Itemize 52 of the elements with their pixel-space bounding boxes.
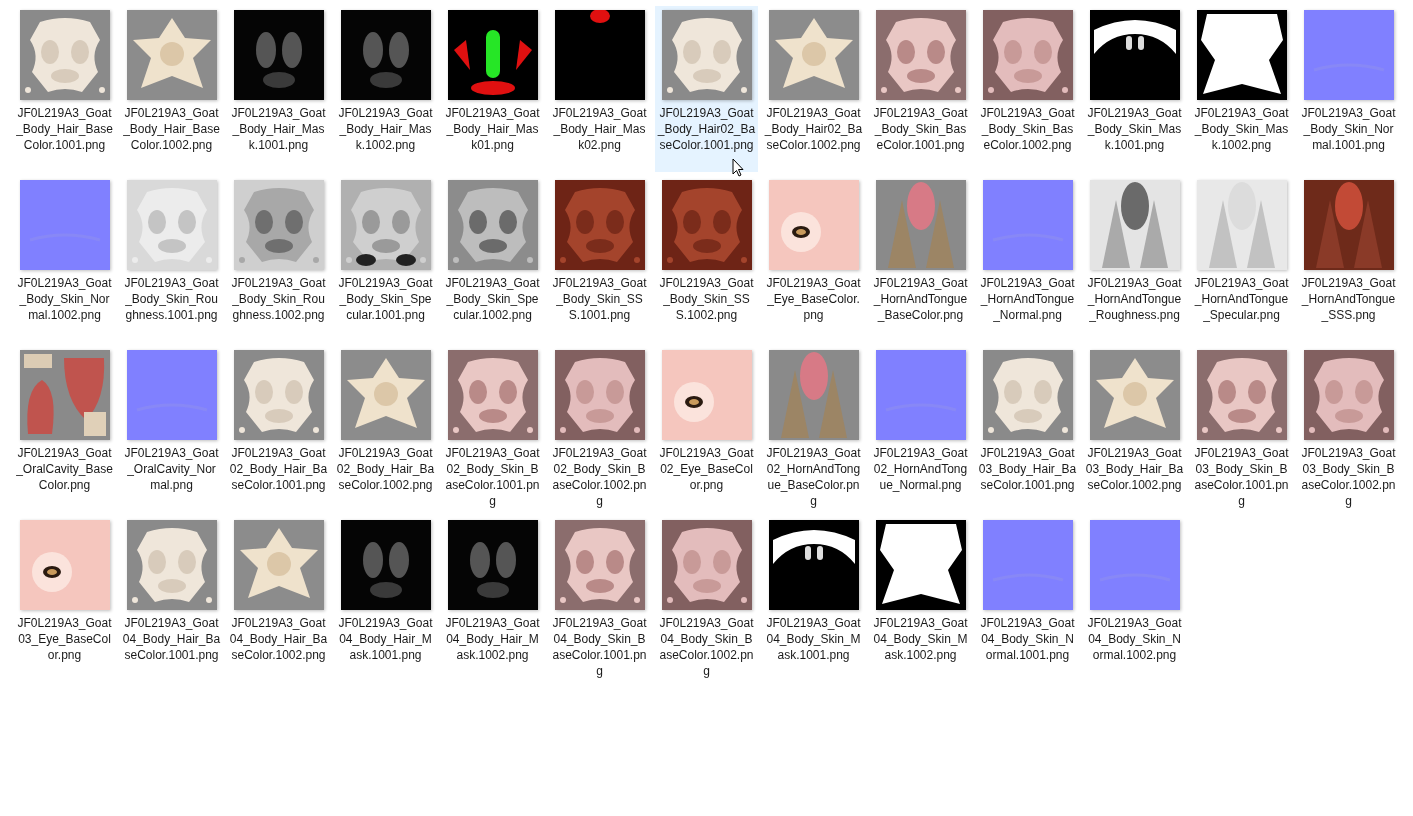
file-name: JF0L219A3_Goat04_Body_Skin_Normal.1001.png	[979, 615, 1076, 663]
file-name: JF0L219A3_Goat_HornAndTongue_BaseColor.png	[872, 275, 969, 323]
file-name: JF0L219A3_Goat_Body_Hair02_BaseColor.1002.png	[764, 105, 863, 153]
file-name: JF0L219A3_Goat03_Body_Hair_BaseColor.1002.png	[1085, 445, 1184, 493]
file-name: JF0L219A3_Goat_HornAndTongue_Specular.png	[1193, 275, 1290, 323]
file-name: JF0L219A3_Goat_Eye_BaseColor.png	[765, 275, 862, 323]
file-name: JF0L219A3_Goat_Body_Skin_Roughness.1002.png	[230, 275, 327, 323]
file-name: JF0L219A3_Goat_Body_Skin_Roughness.1001.png	[123, 275, 220, 323]
file-name: JF0L219A3_Goat04_Body_Hair_Mask.1002.png	[444, 615, 541, 663]
file-name: JF0L219A3_Goat_OralCavity_BaseColor.png	[15, 445, 114, 493]
file-name: JF0L219A3_Goat_Body_Hair_Mask.1001.png	[230, 105, 327, 153]
file-name: JF0L219A3_Goat_HornAndTongue_Roughness.png	[1086, 275, 1183, 323]
file-name: JF0L219A3_Goat_Body_Hair_BaseColor.1002.png	[122, 105, 221, 153]
file-name: JF0L219A3_Goat_Body_Skin_SSS.1002.png	[658, 275, 755, 323]
file-name: JF0L219A3_Goat04_Body_Skin_Normal.1002.png	[1086, 615, 1183, 663]
file-name: JF0L219A3_Goat02_Eye_BaseColor.png	[658, 445, 755, 493]
file-name: JF0L219A3_Goat03_Eye_BaseColor.png	[16, 615, 113, 663]
file-name: JF0L219A3_Goat02_Body_Skin_BaseColor.1001.png	[444, 445, 541, 509]
file-item[interactable]: JF0L219A3_Goat_Body_Hair02_BaseColor.1001.png	[655, 6, 758, 172]
file-name: JF0L219A3_Goat_HornAndTongue_SSS.png	[1300, 275, 1397, 323]
file-name: JF0L219A3_Goat02_Body_Hair_BaseColor.1001.png	[229, 445, 328, 493]
file-name: JF0L219A3_Goat_Body_Skin_Normal.1001.png	[1300, 105, 1397, 153]
file-name: JF0L219A3_Goat_Body_Skin_Mask.1002.png	[1193, 105, 1290, 153]
file-name: JF0L219A3_Goat_OralCavity_Normal.png	[123, 445, 220, 493]
file-name: JF0L219A3_Goat02_HornAndTongue_BaseColor.png	[765, 445, 862, 509]
file-name: JF0L219A3_Goat_Body_Skin_Specular.1001.png	[337, 275, 434, 323]
file-name: JF0L219A3_Goat03_Body_Hair_BaseColor.1001.png	[978, 445, 1077, 493]
file-name: JF0L219A3_Goat04_Body_Hair_BaseColor.1001.png	[122, 615, 221, 663]
file-name: JF0L219A3_Goat_Body_Hair02_BaseColor.1001.png	[657, 105, 756, 153]
file-name: JF0L219A3_Goat_Body_Hair_Mask02.png	[551, 105, 648, 153]
file-name: JF0L219A3_Goat03_Body_Skin_BaseColor.1001.png	[1193, 445, 1290, 509]
file-name: JF0L219A3_Goat02_Body_Skin_BaseColor.1002.png	[551, 445, 648, 509]
file-name: JF0L219A3_Goat03_Body_Skin_BaseColor.1002.png	[1300, 445, 1397, 509]
file-name: JF0L219A3_Goat_Body_Hair_Mask.1002.png	[337, 105, 434, 153]
file-name: JF0L219A3_Goat02_HornAndTongue_Normal.png	[872, 445, 969, 493]
file-name: JF0L219A3_Goat_Body_Hair_Mask01.png	[444, 105, 541, 153]
file-name: JF0L219A3_Goat_Body_Hair_BaseColor.1001.png	[15, 105, 114, 153]
file-name: JF0L219A3_Goat_Body_Skin_SSS.1001.png	[551, 275, 648, 323]
file-name: JF0L219A3_Goat04_Body_Hair_Mask.1001.png	[337, 615, 434, 663]
cursor-icon	[732, 158, 744, 177]
file-name: JF0L219A3_Goat_Body_Skin_Normal.1002.png	[16, 275, 113, 323]
file-name: JF0L219A3_Goat04_Body_Skin_BaseColor.1002.png	[658, 615, 755, 679]
file-name: JF0L219A3_Goat04_Body_Skin_Mask.1001.png	[765, 615, 862, 663]
file-name: JF0L219A3_Goat02_Body_Hair_BaseColor.1002.png	[336, 445, 435, 493]
file-name: JF0L219A3_Goat_Body_Skin_BaseColor.1001.png	[872, 105, 969, 153]
file-name: JF0L219A3_Goat04_Body_Skin_BaseColor.1001.png	[551, 615, 648, 679]
file-name: JF0L219A3_Goat_Body_Skin_BaseColor.1002.png	[979, 105, 1076, 153]
file-name: JF0L219A3_Goat_Body_Skin_Specular.1002.png	[444, 275, 541, 323]
file-name: JF0L219A3_Goat_Body_Skin_Mask.1001.png	[1086, 105, 1183, 153]
file-name: JF0L219A3_Goat04_Body_Skin_Mask.1002.png	[872, 615, 969, 663]
file-name: JF0L219A3_Goat_HornAndTongue_Normal.png	[979, 275, 1076, 323]
file-name: JF0L219A3_Goat04_Body_Hair_BaseColor.1002.png	[229, 615, 328, 663]
